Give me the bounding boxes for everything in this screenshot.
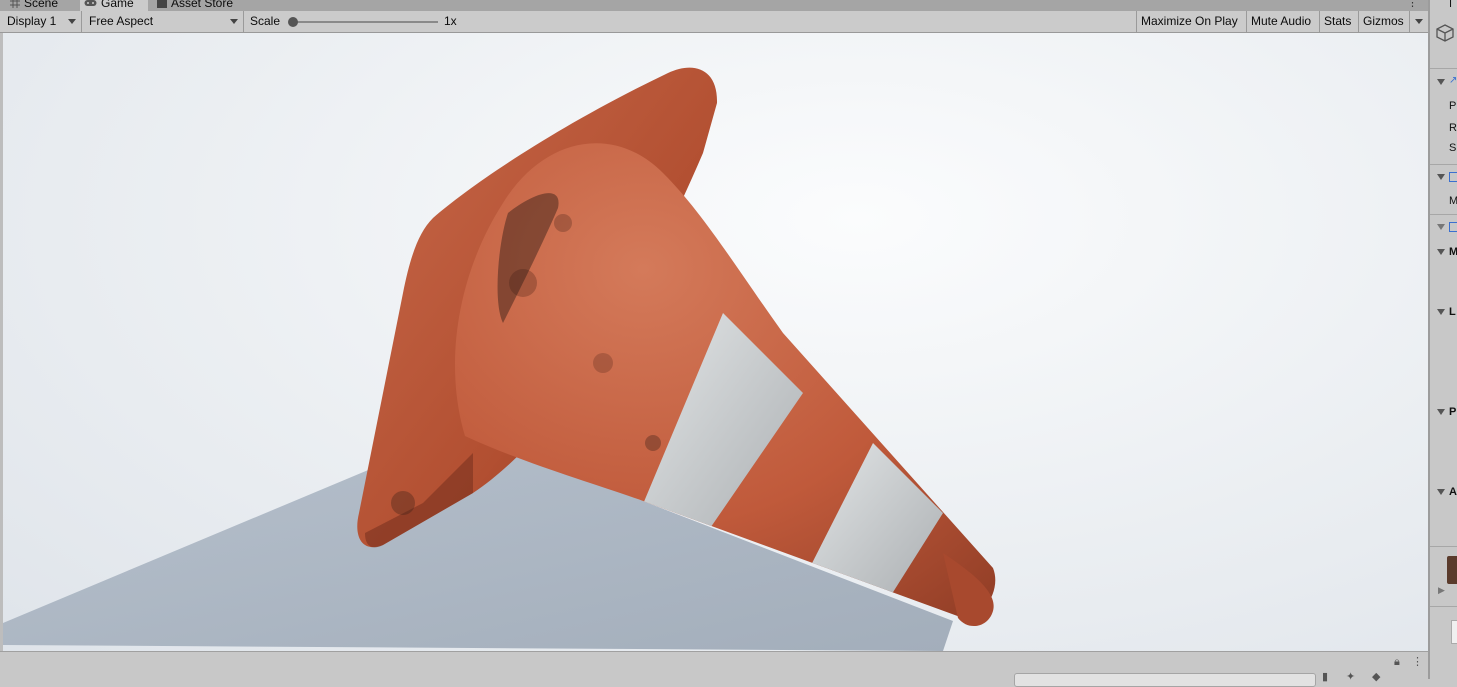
display-dropdown[interactable]: Display 1 — [0, 11, 82, 32]
foldout-arrow-icon[interactable]: ▶ — [1438, 585, 1445, 596]
toolbar-icon[interactable]: ▮ — [1322, 670, 1328, 683]
foldout-arrow-icon — [1437, 489, 1445, 495]
divider — [1430, 606, 1457, 607]
inspector-panel: I ↗ P R S M M L P A ▶ — [1428, 0, 1457, 679]
stats-toggle[interactable]: Stats — [1319, 11, 1355, 32]
material-preview-thumbnail[interactable] — [1447, 556, 1457, 584]
divider — [1430, 546, 1457, 547]
scale-value: 1x — [444, 14, 457, 28]
tab-asset-store[interactable]: Asset Store — [153, 0, 241, 11]
scale-label: S — [1449, 142, 1457, 154]
gizmos-label: Gizmos — [1363, 14, 1404, 28]
scale-slider-handle[interactable] — [288, 17, 298, 27]
tab-label: Game — [101, 0, 134, 10]
transform-icon: ↗ — [1449, 75, 1457, 86]
inspector-row: P — [1430, 99, 1457, 113]
transform-component-header[interactable]: ↗ — [1430, 75, 1457, 89]
foldout-arrow-icon — [1437, 224, 1445, 230]
mesh-filter-component-header[interactable] — [1430, 170, 1457, 184]
display-dropdown-label: Display 1 — [7, 14, 57, 28]
stats-label: Stats — [1324, 14, 1352, 28]
aspect-dropdown[interactable]: Free Aspect — [82, 11, 244, 32]
mesh-renderer-icon — [1449, 222, 1457, 232]
scale-slider-track[interactable] — [292, 21, 438, 23]
additional-settings-foldout[interactable]: A — [1430, 485, 1457, 499]
inspector-row: S — [1430, 141, 1457, 155]
tab-scene[interactable]: Scene — [6, 0, 66, 11]
mesh-renderer-component-header[interactable] — [1430, 220, 1457, 234]
probes-label: P — [1449, 406, 1457, 418]
tab-label: Asset Store — [171, 0, 234, 10]
gizmos-toggle[interactable]: Gizmos — [1358, 11, 1410, 32]
gizmos-dropdown-button[interactable] — [1409, 11, 1428, 32]
foldout-arrow-icon — [1437, 249, 1445, 255]
scene-grid-icon — [10, 0, 20, 8]
window-tab-strip: Scene Game Asset Store ⋮ — [0, 0, 1428, 11]
search-input[interactable] — [1014, 673, 1316, 687]
toolbar-icon[interactable]: ◆ — [1372, 670, 1380, 683]
divider — [1430, 214, 1457, 215]
game-viewport[interactable] — [3, 33, 1428, 651]
mesh-filter-icon — [1449, 172, 1457, 182]
bottom-status-bar: 🔒︎ ⋮ ▮ ✦ ◆ — [0, 651, 1428, 687]
cube-icon — [1436, 24, 1454, 45]
kebab-menu-icon[interactable]: ⋮ — [1412, 655, 1423, 668]
materials-label: M — [1449, 245, 1457, 259]
additional-settings-label: A — [1449, 486, 1457, 498]
scale-label: Scale — [250, 14, 281, 28]
kebab-menu-icon[interactable]: ⋮ — [1407, 0, 1418, 9]
lock-icon[interactable]: 🔒︎ — [1394, 656, 1400, 669]
inspector-header: I — [1449, 0, 1453, 10]
position-label: P — [1449, 100, 1457, 112]
chevron-down-icon — [1415, 19, 1423, 24]
lighting-label: L — [1449, 306, 1456, 318]
inspector-row: M — [1430, 194, 1457, 208]
probes-foldout[interactable]: P — [1430, 405, 1457, 419]
aspect-dropdown-label: Free Aspect — [89, 14, 154, 28]
divider — [1430, 68, 1457, 69]
cone-base-grime — [391, 491, 415, 515]
divider — [1430, 164, 1457, 165]
add-component-button[interactable] — [1451, 620, 1457, 644]
game-controller-icon — [84, 0, 97, 8]
toolbar-icon[interactable]: ✦ — [1346, 670, 1355, 683]
chevron-down-icon — [230, 19, 238, 24]
asset-store-icon — [157, 0, 167, 8]
tab-label: Scene — [24, 0, 59, 10]
lighting-foldout[interactable]: L — [1430, 305, 1457, 319]
maximize-on-play-toggle[interactable]: Maximize On Play — [1136, 11, 1242, 32]
maximize-on-play-label: Maximize On Play — [1141, 14, 1238, 28]
game-view-toolbar: Display 1 Free Aspect Scale 1x Maximize … — [0, 11, 1428, 33]
foldout-arrow-icon — [1437, 174, 1445, 180]
inspector-row: R — [1430, 121, 1457, 135]
foldout-arrow-icon — [1437, 79, 1445, 85]
mesh-label: M — [1449, 194, 1457, 208]
materials-foldout[interactable]: M — [1430, 245, 1457, 259]
rotation-label: R — [1449, 122, 1457, 134]
foldout-arrow-icon — [1437, 409, 1445, 415]
tab-game[interactable]: Game — [80, 0, 148, 11]
chevron-down-icon — [68, 19, 76, 24]
scene-render — [3, 67, 996, 651]
mute-audio-toggle[interactable]: Mute Audio — [1246, 11, 1315, 32]
mute-audio-label: Mute Audio — [1251, 14, 1312, 28]
foldout-arrow-icon — [1437, 309, 1445, 315]
